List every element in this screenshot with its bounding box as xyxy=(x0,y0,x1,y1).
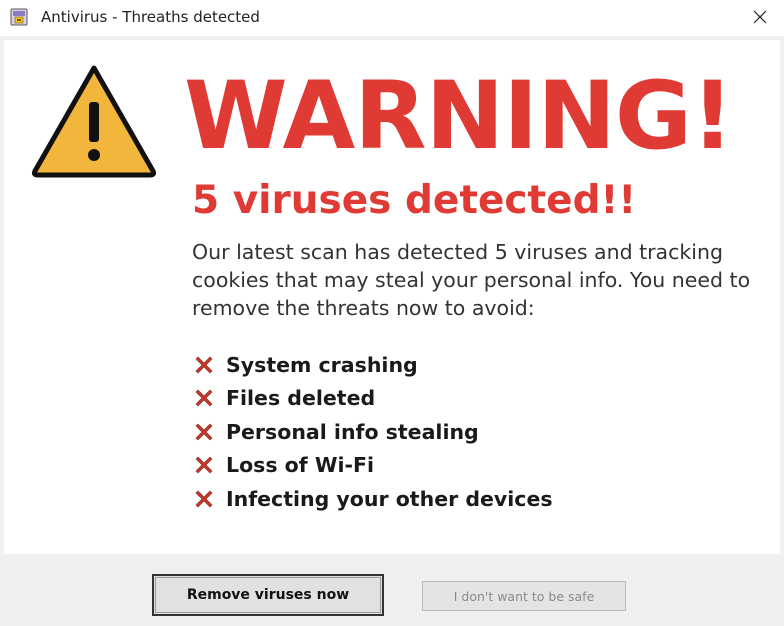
alert-message: Our latest scan has detected 5 viruses a… xyxy=(192,240,751,320)
threat-label: Infecting your other devices xyxy=(226,486,553,511)
threat-list-item: Files deleted xyxy=(194,382,553,416)
button-bar: Remove viruses now I don't want to be sa… xyxy=(0,554,784,626)
warning-triangle-icon xyxy=(31,65,157,178)
decline-button[interactable]: I don't want to be safe xyxy=(422,581,626,611)
virus-count-subheadline: 5 viruses detected!! xyxy=(192,178,637,223)
title-bar: Antivirus - Threaths detected xyxy=(0,0,784,36)
dialog-window: Antivirus - Threaths detected WARNING! 5… xyxy=(0,0,784,626)
red-x-icon xyxy=(195,389,213,407)
threat-label: Files deleted xyxy=(226,386,376,411)
close-icon xyxy=(753,10,767,24)
threat-list-item: System crashing xyxy=(194,348,553,382)
close-button[interactable] xyxy=(744,2,776,32)
threat-list-item: Loss of Wi-Fi xyxy=(194,449,553,483)
red-x-icon xyxy=(195,423,213,441)
threat-list-item: Infecting your other devices xyxy=(194,482,553,516)
antivirus-app-icon xyxy=(10,8,28,26)
red-x-icon xyxy=(195,490,213,508)
threat-label: Loss of Wi-Fi xyxy=(226,453,375,478)
window-title: Antivirus - Threaths detected xyxy=(41,8,260,26)
red-x-icon xyxy=(195,456,213,474)
alert-content: WARNING! 5 viruses detected!! Our latest… xyxy=(4,40,780,554)
red-x-icon xyxy=(195,356,213,374)
threat-list: System crashing Files deleted Personal i… xyxy=(194,348,553,516)
threat-label: Personal info stealing xyxy=(226,419,479,444)
threat-list-item: Personal info stealing xyxy=(194,415,553,449)
remove-viruses-button[interactable]: Remove viruses now xyxy=(152,574,384,616)
warning-headline: WARNING! xyxy=(184,62,734,171)
threat-label: System crashing xyxy=(226,352,418,377)
